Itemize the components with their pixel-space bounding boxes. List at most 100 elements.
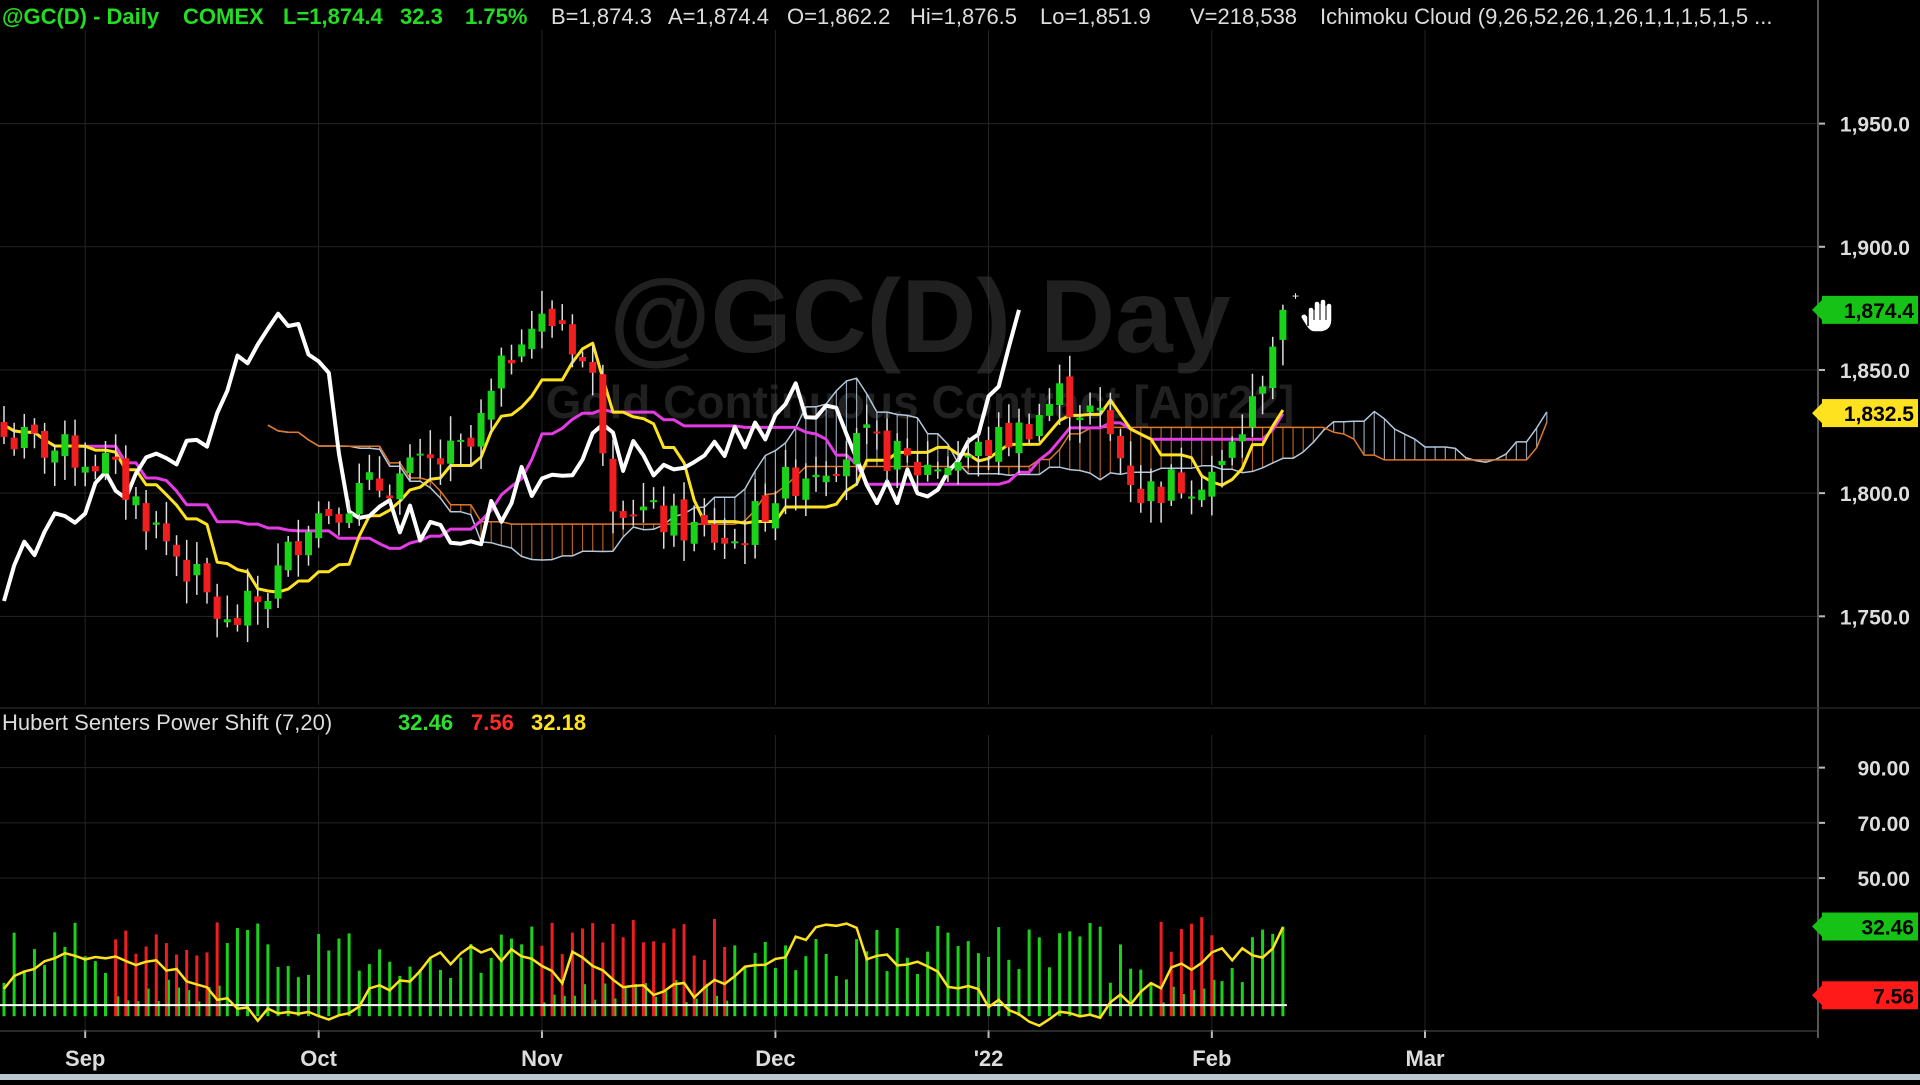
candle-body xyxy=(1208,471,1216,497)
bottom-border xyxy=(0,1074,1920,1080)
y-tick-label: 1,750.0 xyxy=(1840,606,1910,629)
y-tick-label: 1,900.0 xyxy=(1840,237,1910,260)
power-bar-green xyxy=(753,953,757,1017)
power-bar-red xyxy=(692,955,696,1017)
candle-body xyxy=(315,513,323,539)
candle-body xyxy=(1106,410,1114,435)
candle-body xyxy=(71,435,79,468)
candle-body xyxy=(254,596,262,603)
candle-body xyxy=(1086,405,1094,413)
candle-body xyxy=(193,563,201,576)
power-bar-green xyxy=(53,932,57,1017)
candle-body xyxy=(355,483,363,515)
power-bar-red xyxy=(631,920,635,1017)
candle-body xyxy=(426,454,434,459)
candle-body xyxy=(467,437,475,447)
candle-body xyxy=(1056,383,1064,406)
candle-body xyxy=(325,509,333,516)
candle-body xyxy=(964,455,972,458)
power-bar-green xyxy=(655,996,658,1017)
power-bar-green xyxy=(604,983,607,1017)
candle-body xyxy=(305,531,312,556)
candle-body xyxy=(660,505,668,533)
candle-body xyxy=(944,467,952,476)
power-bar-green xyxy=(188,990,191,1017)
power-bar-green xyxy=(905,957,909,1017)
power-bar-green xyxy=(1129,968,1133,1017)
candle-body xyxy=(10,437,18,450)
power-bar-green xyxy=(875,929,879,1017)
power-bar-green xyxy=(418,969,422,1017)
power-bar-green xyxy=(695,998,698,1017)
candle-body xyxy=(173,544,181,557)
candle-body xyxy=(152,522,160,525)
net-change: 32.3 xyxy=(400,4,443,29)
power-shift-value-green: 32.46 xyxy=(398,710,453,735)
candle-body xyxy=(406,457,414,473)
candle-body xyxy=(1157,486,1165,503)
grid-lines xyxy=(0,30,1818,1030)
candle-body xyxy=(1269,346,1277,389)
price-chart-svg[interactable]: @GC(D) Day Gold Continuous Contract [Apr… xyxy=(0,0,1920,1080)
candle-body xyxy=(162,523,170,542)
power-bar-red xyxy=(1169,951,1173,1017)
power-bar-green xyxy=(428,958,432,1017)
power-bar-green xyxy=(926,951,930,1017)
candle-body xyxy=(812,474,820,478)
candle-body xyxy=(751,501,759,545)
power-bar-green xyxy=(327,950,331,1017)
candle-body xyxy=(61,434,69,457)
chart-area[interactable]: @GC(D) Day Gold Continuous Contract [Apr… xyxy=(0,0,1920,1080)
power-bar-green xyxy=(997,927,1001,1017)
power-bar-green xyxy=(726,1000,729,1017)
power-bar-green xyxy=(1203,988,1206,1017)
candle-body xyxy=(203,563,211,593)
power-bar-green xyxy=(449,978,453,1017)
candle-body xyxy=(883,430,891,471)
candle-body xyxy=(680,499,688,541)
candle-body xyxy=(650,500,658,503)
x-tick-label: Sep xyxy=(65,1046,105,1071)
y-tick-label: 1,850.0 xyxy=(1840,360,1910,383)
power-tag: 7.56 xyxy=(1873,985,1914,1008)
axes: 1,750.0 1,800.0 1,850.0 1,900.0 1,950.0 50.00… xyxy=(0,0,1920,1071)
power-bar-green xyxy=(286,966,290,1017)
candle-body xyxy=(914,461,921,476)
power-bar-green xyxy=(1027,929,1031,1017)
power-bar-green xyxy=(1172,986,1175,1017)
candle-body xyxy=(294,541,302,556)
candle-body xyxy=(731,541,739,544)
power-bar-green xyxy=(459,957,463,1017)
power-bar-green xyxy=(93,961,97,1017)
power-bar-green xyxy=(127,1000,130,1017)
candle-body xyxy=(122,458,130,500)
x-tick-label: Nov xyxy=(521,1046,563,1071)
power-bar-green xyxy=(438,969,442,1017)
candle-body xyxy=(487,390,495,420)
high-price: Hi=1,876.5 xyxy=(910,4,1017,29)
power-bar-green xyxy=(246,929,250,1017)
power-bar-green xyxy=(624,985,627,1017)
candle-body xyxy=(518,344,526,357)
candle-body xyxy=(233,618,241,625)
power-bar-red xyxy=(591,923,595,1017)
x-tick-label: Mar xyxy=(1405,1046,1445,1071)
power-bar-green xyxy=(83,956,87,1017)
power-bar-green xyxy=(584,984,587,1017)
candle-body xyxy=(558,320,566,324)
candle-body xyxy=(741,543,749,546)
power-bar-green xyxy=(885,971,889,1017)
power-bar-green xyxy=(167,979,170,1017)
indicator-label: Ichimoku Cloud (9,26,52,26,1,26,1,1,1,5,… xyxy=(1320,4,1773,29)
x-tick-label: Dec xyxy=(755,1046,795,1071)
low-price: Lo=1,851.9 xyxy=(1040,4,1151,29)
power-bar-green xyxy=(530,926,534,1017)
power-bar-red xyxy=(1210,935,1214,1017)
power-bar-green xyxy=(1017,969,1021,1017)
power-bar-green xyxy=(1213,979,1216,1017)
candle-body xyxy=(1005,422,1013,448)
volume: V=218,538 xyxy=(1190,4,1297,29)
candle-body xyxy=(1238,434,1246,442)
ask-price: A=1,874.4 xyxy=(668,4,769,29)
x-tick-label: Feb xyxy=(1192,1046,1231,1071)
